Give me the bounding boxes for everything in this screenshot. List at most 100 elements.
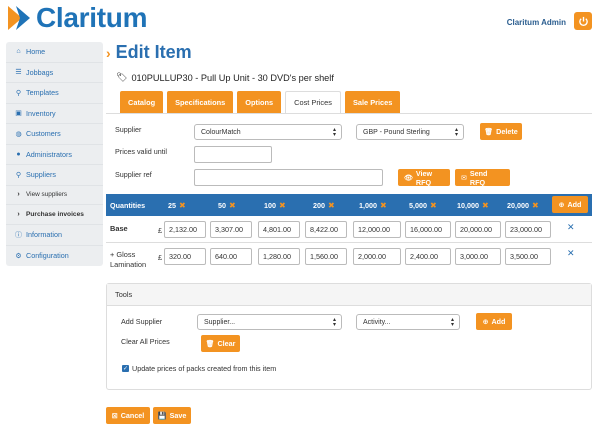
tab-catalog[interactable]: Catalog	[120, 91, 164, 113]
supplier-ref-label: Supplier ref	[115, 170, 152, 179]
item-title-text: 010PULLUP30 - Pull Up Unit - 30 DVD's pe…	[131, 72, 334, 83]
delete-row-icon[interactable]: ✕	[567, 248, 575, 259]
sidebar-item-label: Templates	[26, 88, 59, 98]
sidebar-item-information[interactable]: ⓘ Information	[6, 225, 103, 246]
remove-column-icon[interactable]: ✖	[279, 201, 286, 210]
home-icon: ⌂	[16, 48, 21, 56]
price-cell[interactable]: 23,000.00	[505, 221, 551, 238]
remove-column-icon[interactable]: ✖	[532, 201, 539, 210]
claritum-logo-mark-icon	[8, 6, 30, 30]
supplier-select[interactable]: ColourMatch ▴ ▾	[194, 124, 342, 140]
clear-prices-button[interactable]: 🗑 Clear	[201, 335, 240, 352]
sidebar-item-label: Purchase invoices	[26, 210, 84, 218]
row-label-lamination: Lamination	[110, 260, 147, 269]
view-rfq-label: View RFQ	[415, 168, 433, 187]
gear-icon: ⚙	[15, 252, 22, 260]
sidebar-item-inventory[interactable]: ▣ Inventory	[6, 104, 103, 124]
sidebar-item-label: Information	[26, 230, 62, 240]
view-rfq-button[interactable]: 👁 View RFQ	[398, 168, 450, 187]
price-cell[interactable]: 16,000.00	[405, 221, 451, 238]
price-cell[interactable]: 12,000.00	[353, 221, 401, 238]
add-quantity-button[interactable]: ⊕ Add	[552, 196, 588, 213]
sidebar-nav: ⌂ Home ☰ Jobbags ⚲ Templates ▣ Inventory…	[6, 42, 103, 266]
list-icon: ☰	[15, 69, 22, 77]
qty-column-100: 100 ✖	[264, 200, 286, 210]
tools-supplier-placeholder: Supplier...	[204, 318, 236, 326]
logout-button[interactable]	[574, 12, 592, 30]
brand-name: Claritum	[36, 2, 148, 33]
item-tabs: Catalog Specifications Options Cost Pric…	[120, 91, 404, 113]
price-cell[interactable]: 1,280.00	[258, 248, 300, 265]
sidebar-item-jobbags[interactable]: ☰ Jobbags	[6, 63, 103, 83]
sidebar-item-suppliers[interactable]: ⚲ Suppliers	[6, 165, 103, 186]
remove-column-icon[interactable]: ✖	[179, 201, 186, 210]
save-button[interactable]: 💾 Save	[153, 407, 191, 424]
remove-column-icon[interactable]: ✖	[430, 201, 437, 210]
qty-column-1000: 1,000 ✖	[359, 200, 387, 210]
trash-icon: 🗑	[205, 340, 215, 348]
add-quantity-label: Add	[567, 200, 582, 209]
claritum-logo[interactable]: Claritum	[8, 4, 147, 32]
row-label-base: Base	[110, 224, 128, 233]
price-cell[interactable]: 4,801.00	[258, 221, 300, 238]
tab-specifications[interactable]: Specifications	[167, 91, 234, 113]
chevron-right-icon: ›	[17, 210, 20, 218]
remove-column-icon[interactable]: ✖	[380, 201, 387, 210]
price-cell[interactable]: 3,000.00	[455, 248, 501, 265]
price-cell[interactable]: 3,500.00	[505, 248, 551, 265]
send-rfq-button[interactable]: ✉ Send RFQ	[455, 169, 510, 187]
tab-cost-prices[interactable]: Cost Prices	[285, 91, 341, 113]
item-title: 🏷 010PULLUP30 - Pull Up Unit - 30 DVD's …	[116, 72, 334, 83]
supplier-label: Supplier	[115, 125, 142, 134]
remove-column-icon[interactable]: ✖	[482, 201, 489, 210]
remove-column-icon[interactable]: ✖	[229, 201, 236, 210]
price-cell[interactable]: 3,307.00	[210, 221, 252, 238]
delete-button[interactable]: 🗑 Delete	[480, 123, 522, 140]
sidebar-item-label: Administrators	[26, 149, 72, 159]
tab-options[interactable]: Options	[237, 91, 282, 113]
sidebar-item-label: Configuration	[26, 251, 69, 261]
sidebar-item-templates[interactable]: ⚲ Templates	[6, 83, 103, 104]
tag-icon: 🏷	[116, 72, 128, 82]
valid-until-input[interactable]	[194, 146, 272, 163]
tab-sale-prices[interactable]: Sale Prices	[344, 91, 401, 113]
price-cell[interactable]: 640.00	[210, 248, 252, 265]
sidebar-item-home[interactable]: ⌂ Home	[6, 42, 103, 63]
qty-column-25: 25 ✖	[168, 200, 186, 210]
sidebar-item-purchase-invoices[interactable]: › Purchase invoices	[6, 205, 103, 225]
row-divider	[106, 242, 592, 243]
inbox-icon: ▣	[15, 110, 22, 118]
price-cell[interactable]: 320.00	[164, 248, 206, 265]
sidebar-item-customers[interactable]: ◍ Customers	[6, 124, 103, 145]
current-user-link[interactable]: Claritum Admin	[507, 18, 566, 27]
tools-panel: Tools	[106, 283, 592, 390]
plus-circle-icon: ⊕	[558, 201, 565, 209]
tools-supplier-select[interactable]: Supplier... ▴ ▾	[197, 314, 342, 330]
price-cell[interactable]: 2,400.00	[405, 248, 451, 265]
supplier-ref-input[interactable]	[194, 169, 383, 186]
quantities-header: Quantities 25 ✖ 50 ✖ 100 ✖ 200 ✖ 1,000 ✖ 5,00…	[106, 194, 592, 216]
sidebar-item-view-suppliers[interactable]: › View suppliers	[6, 186, 103, 205]
remove-column-icon[interactable]: ✖	[328, 201, 335, 210]
price-cell[interactable]: 20,000.00	[455, 221, 501, 238]
delete-row-icon[interactable]: ✕	[567, 222, 575, 233]
sidebar-item-label: Suppliers	[26, 170, 56, 180]
price-cell[interactable]: 8,422.00	[305, 221, 347, 238]
qty-column-5000: 5,000 ✖	[409, 200, 437, 210]
add-supplier-button[interactable]: ⊕ Add	[476, 313, 512, 330]
save-icon: 💾	[157, 411, 167, 420]
activity-select[interactable]: Activity... ▴ ▾	[356, 314, 460, 330]
cancel-button[interactable]: ⊠ Cancel	[106, 407, 150, 424]
price-cell[interactable]: 1,560.00	[305, 248, 347, 265]
sidebar-item-label: Inventory	[26, 108, 56, 118]
power-icon	[578, 16, 588, 26]
sidebar-item-label: Jobbags	[26, 67, 54, 77]
info-icon: ⓘ	[15, 231, 22, 239]
price-cell[interactable]: 2,000.00	[353, 248, 401, 265]
sidebar-item-administrators[interactable]: ● Administrators	[6, 145, 103, 165]
sidebar-item-configuration[interactable]: ⚙ Configuration	[6, 246, 103, 267]
tools-panel-title: Tools	[107, 284, 591, 306]
currency-select[interactable]: GBP - Pound Sterling ▴ ▾	[356, 124, 464, 140]
update-packs-checkbox[interactable]: ✓	[122, 365, 129, 372]
price-cell[interactable]: 2,132.00	[164, 221, 206, 238]
